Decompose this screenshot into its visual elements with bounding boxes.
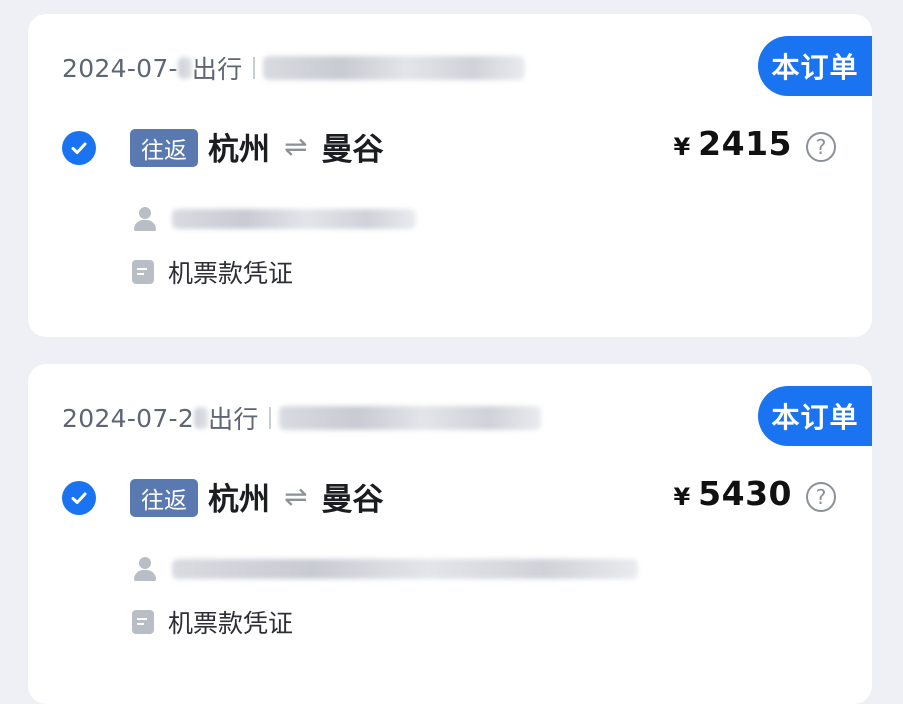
destination-city: 曼谷 (321, 482, 384, 518)
voucher-row[interactable]: 机票款凭证 (132, 604, 293, 640)
travel-date-suffix: 出行 (191, 55, 243, 84)
question-circle-icon[interactable]: ? (806, 482, 836, 512)
person-icon (132, 206, 158, 232)
trip-type-tag: 往返 (130, 129, 198, 167)
person-icon (132, 556, 158, 582)
voucher-row[interactable]: 机票款凭证 (132, 254, 293, 290)
redacted-text (172, 209, 416, 229)
order-price: ¥ 2415 (673, 124, 792, 163)
redacted-text (194, 407, 209, 429)
check-circle-icon[interactable] (62, 481, 96, 515)
origin-city: 杭州 (208, 482, 270, 518)
travel-date: 2024-07-2 出行 (62, 400, 541, 436)
redacted-text (278, 406, 541, 430)
question-circle-icon[interactable]: ? (806, 132, 836, 162)
redacted-text (177, 57, 192, 79)
order-card[interactable]: 2024-07-2 出行 本订单 往返 杭州 ⇌ 曼谷 ¥ 5430 ? 机票款… (28, 364, 872, 704)
travel-date: 2024-07- 出行 (62, 50, 525, 86)
document-icon (132, 610, 154, 634)
origin-city: 杭州 (208, 132, 270, 168)
voucher-label: 机票款凭证 (168, 259, 294, 288)
price-amount: 5430 (698, 474, 792, 513)
redacted-text (172, 559, 638, 579)
currency-symbol: ¥ (673, 133, 691, 161)
order-card[interactable]: 2024-07- 出行 本订单 往返 杭州 ⇌ 曼谷 ¥ 2415 ? 机票款凭… (28, 14, 872, 337)
trip-type-tag: 往返 (130, 479, 198, 517)
route: 杭州 ⇌ 曼谷 (208, 124, 383, 169)
order-price: ¥ 5430 (673, 474, 792, 513)
round-trip-icon: ⇌ (284, 130, 308, 163)
passenger-row (132, 556, 638, 582)
route: 杭州 ⇌ 曼谷 (208, 474, 383, 519)
check-circle-icon[interactable] (62, 131, 96, 165)
this-order-badge: 本订单 (758, 386, 872, 446)
passenger-row (132, 206, 416, 232)
travel-date-prefix: 2024-07-2 (62, 403, 195, 433)
voucher-label: 机票款凭证 (168, 609, 294, 638)
this-order-badge: 本订单 (758, 36, 872, 96)
currency-symbol: ¥ (673, 483, 691, 511)
round-trip-icon: ⇌ (284, 480, 308, 513)
divider (268, 407, 271, 429)
divider (252, 57, 255, 79)
travel-date-prefix: 2024-07- (62, 53, 178, 83)
price-amount: 2415 (698, 124, 792, 163)
destination-city: 曼谷 (321, 132, 384, 168)
travel-date-suffix: 出行 (208, 405, 259, 434)
document-icon (132, 260, 154, 284)
redacted-text (262, 56, 525, 80)
